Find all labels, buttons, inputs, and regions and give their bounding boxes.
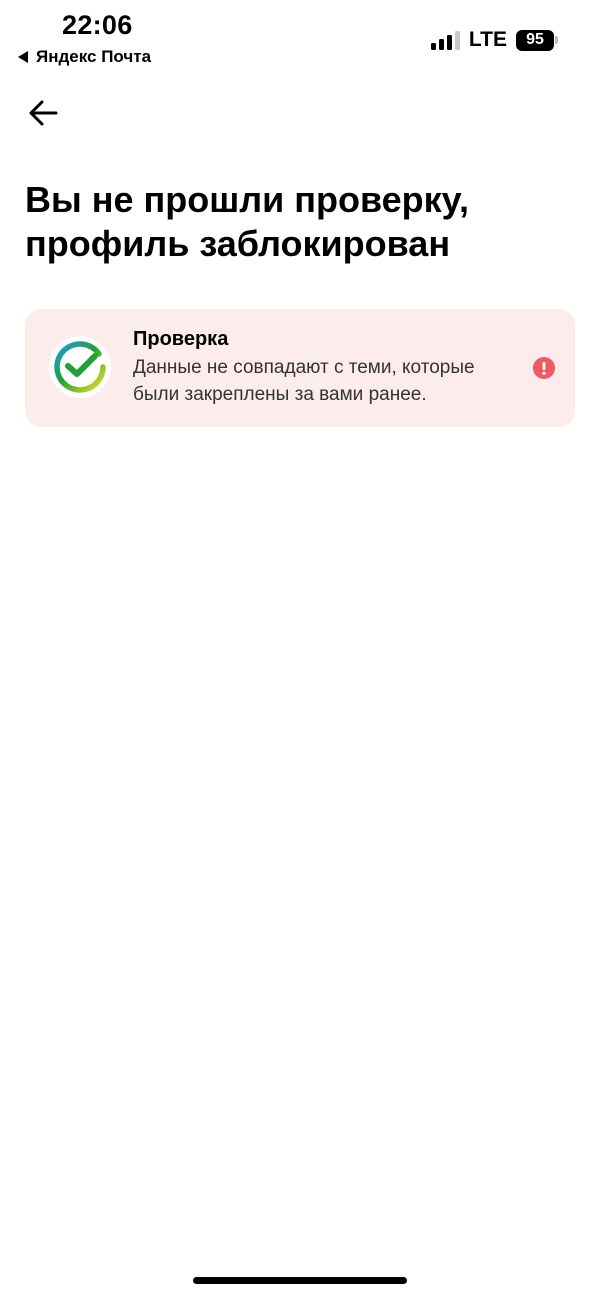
signal-icon xyxy=(430,30,460,50)
exclamation-circle-icon xyxy=(533,357,555,379)
back-triangle-icon xyxy=(18,51,28,63)
status-time: 22:06 xyxy=(62,10,133,40)
page-title: Вы не прошли проверку, профиль заблокиро… xyxy=(25,179,469,264)
sber-check-logo-icon xyxy=(49,336,111,398)
battery-icon: 95 xyxy=(516,29,558,51)
card-message: Данные не совпадают с теми, которые были… xyxy=(133,357,475,405)
verification-card: Проверка Данные не совпадают с теми, кот… xyxy=(25,309,575,427)
home-indicator[interactable] xyxy=(193,1277,407,1284)
status-indicators: LTE 95 xyxy=(430,28,558,52)
status-back-app-label: Яндекс Почта xyxy=(36,47,152,66)
arrow-left-icon xyxy=(29,100,58,126)
status-back-to-app[interactable]: Яндекс Почта xyxy=(18,47,151,67)
battery-level: 95 xyxy=(516,29,554,51)
network-type: LTE xyxy=(468,28,507,51)
back-button[interactable] xyxy=(24,94,62,132)
card-title: Проверка xyxy=(133,328,229,350)
